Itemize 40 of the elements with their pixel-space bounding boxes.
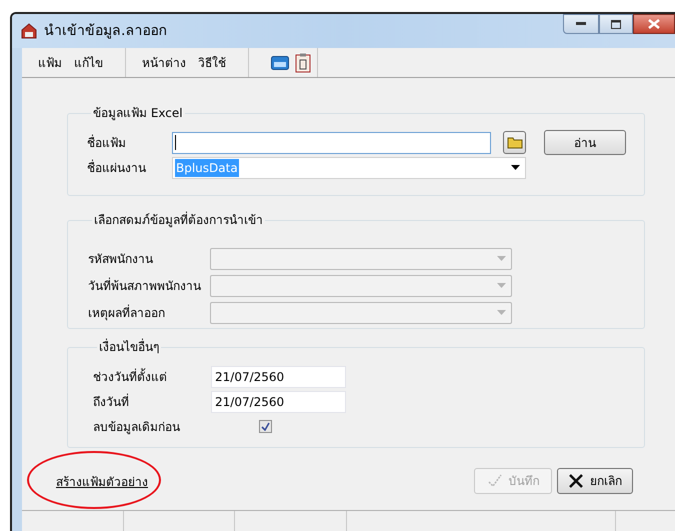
clipboard-icon[interactable] [295,52,311,72]
field-label: วันที่พ้นสภาพพนักงาน [88,276,202,294]
menu-item[interactable]: แฟ้ม [38,54,62,72]
group-title: ข้อมูลแฟ้ม Excel [92,105,184,122]
caret-icon [497,283,506,288]
menu-item[interactable]: แก้ไข [74,54,103,72]
window-title: นำเข้าข้อมูล.ลาออก [44,22,166,41]
field-label: เหตุผลที่ลาออก [88,304,166,322]
date-field[interactable]: 21/07/2560 [211,366,346,388]
field-label: ชื่อแผ่นงาน [87,158,147,176]
close-button[interactable] [633,14,675,34]
cross-icon [568,474,584,488]
grid-icon[interactable] [271,56,289,70]
group-title: เลือกสดมภ์ข้อมูลที่ต้องการนำเข้า [93,211,264,229]
caret-icon [511,165,520,170]
minimize-button[interactable] [563,14,599,34]
folder-icon [506,136,522,149]
caret-icon [497,310,506,315]
close-icon [648,19,660,29]
read-button[interactable]: อ่าน [544,130,626,155]
maximize-button[interactable] [599,14,633,34]
input-field[interactable] [172,132,491,154]
cancel-button[interactable]: ยกเลิก [557,468,633,494]
browse-button[interactable] [503,131,526,154]
group-title: เงื่อนไขอื่นๆ [98,338,160,356]
checkbox[interactable] [259,420,272,433]
field-label: ถึงวันที่ [93,392,130,410]
field-label: รหัสพนักงาน [88,250,154,268]
menu-item[interactable]: วิธีใช้ [198,54,226,72]
sample-file-link[interactable]: สร้างแฟ้มตัวอย่าง [56,475,148,489]
field-label: ลบข้อมูลเดิมก่อน [93,418,181,436]
app-icon [20,22,38,40]
field-label: ชื่อแฟ้ม [87,134,127,152]
caret-icon [497,256,506,261]
minimize-icon [576,22,586,26]
maximize-icon [611,20,621,28]
menu-item[interactable]: หน้าต่าง [142,54,186,72]
field-label: ช่วงวันที่ตั้งแต่ [93,368,168,386]
date-field[interactable]: 21/07/2560 [211,390,346,412]
check-icon [486,474,502,488]
